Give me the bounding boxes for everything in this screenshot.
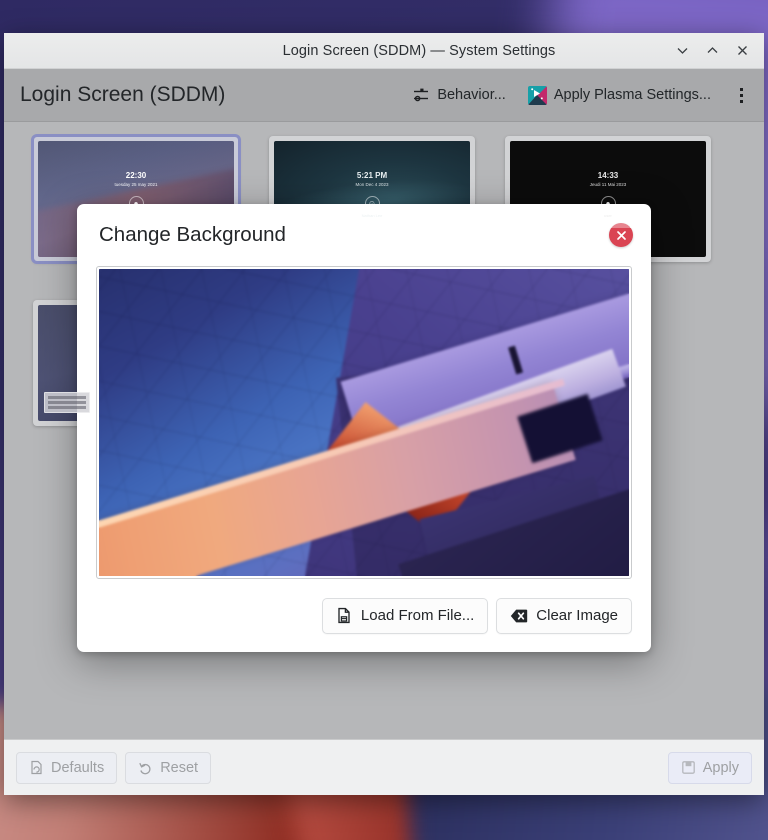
preview-avatar: ● bbox=[601, 196, 616, 211]
preview-date: Mon Dec 4 2023 bbox=[355, 182, 388, 187]
close-icon[interactable] bbox=[728, 37, 756, 65]
minimize-icon[interactable] bbox=[668, 37, 696, 65]
background-preview-frame[interactable] bbox=[96, 266, 632, 579]
clear-image-label: Clear Image bbox=[536, 607, 618, 624]
window-controls bbox=[668, 37, 764, 65]
preview-user: Nathan Lee bbox=[362, 213, 383, 218]
preview-clock: 5:21 PM bbox=[357, 171, 387, 180]
preview-user: user bbox=[132, 213, 140, 218]
change-background-dialog: Change Background bbox=[77, 204, 651, 652]
maximize-icon[interactable] bbox=[698, 37, 726, 65]
document-open-icon bbox=[336, 607, 353, 624]
load-from-file-button[interactable]: Load From File... bbox=[322, 598, 488, 634]
preview-avatar: ● bbox=[129, 196, 144, 211]
clear-image-button[interactable]: Clear Image bbox=[496, 598, 632, 634]
preview-password-field bbox=[344, 222, 400, 228]
edit-clear-icon bbox=[510, 608, 528, 624]
preview-avatar: ☺ bbox=[365, 196, 380, 211]
preview-clock: 14:33 bbox=[598, 171, 618, 180]
preview-password-field bbox=[580, 222, 636, 228]
preview-date: Jeudi 11 Mai 2023 bbox=[590, 182, 626, 187]
dialog-footer: Load From File... Clear Image bbox=[77, 579, 651, 652]
preview-user: user bbox=[604, 213, 612, 218]
background-preview-image bbox=[99, 269, 629, 576]
preview-password-field bbox=[108, 222, 164, 228]
preview-date: tuesday 25 may 2021 bbox=[114, 182, 157, 187]
preview-login-box bbox=[44, 392, 90, 413]
preview-clock: 22:30 bbox=[126, 171, 146, 180]
load-from-file-label: Load From File... bbox=[361, 607, 474, 624]
